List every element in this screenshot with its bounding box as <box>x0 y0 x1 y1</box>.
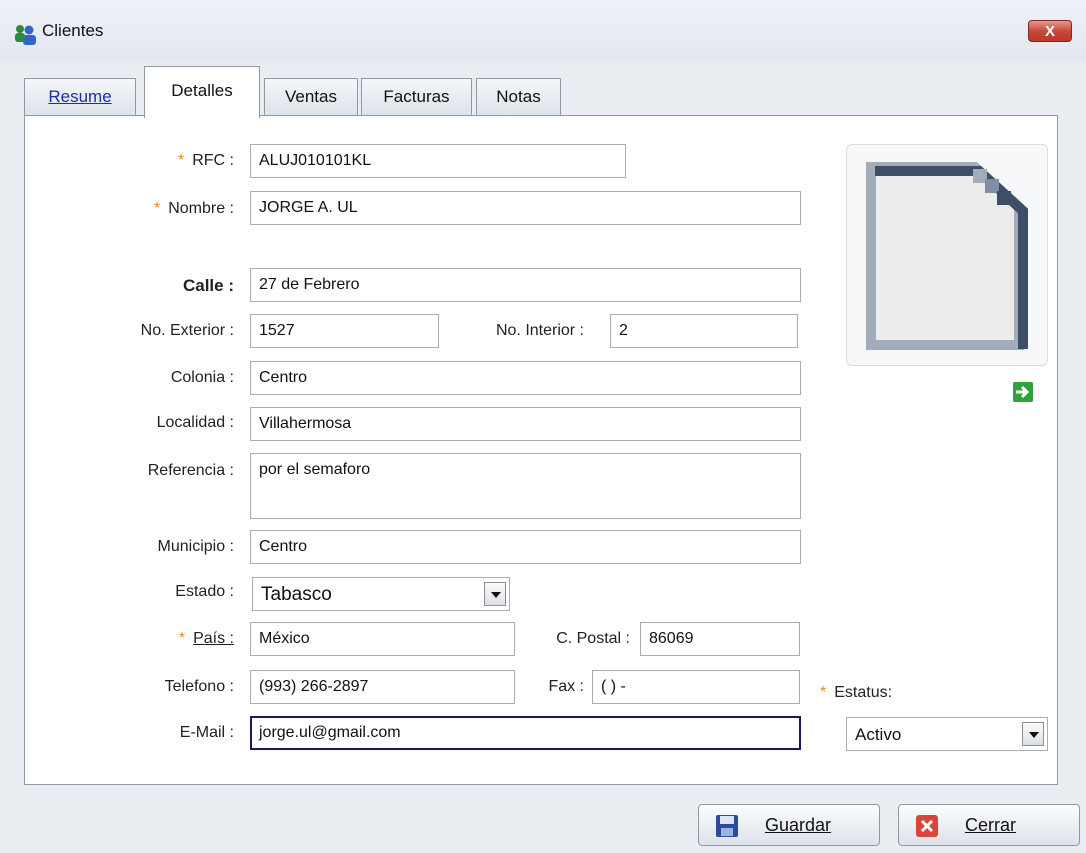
c-postal-input[interactable]: 86069 <box>640 622 800 656</box>
tab-resume[interactable]: Resume <box>24 78 136 116</box>
title-bar: Clientes X <box>0 0 1086 62</box>
telefono-input[interactable]: (993) 266-2897 <box>250 670 515 704</box>
no-interior-label: No. Interior : <box>495 322 584 339</box>
colonia-input[interactable]: Centro <box>250 361 801 395</box>
c-postal-label: C. Postal : <box>556 630 630 647</box>
colonia-label: Colonia : <box>170 369 234 386</box>
rfc-label: RFC : <box>192 152 234 169</box>
pais-label-wrap: * País : <box>120 630 234 648</box>
required-star: * <box>178 630 186 647</box>
estado-label: Estado : <box>175 583 234 600</box>
nombre-label: Nombre : <box>168 200 234 217</box>
no-exterior-label: No. Exterior : <box>140 322 234 339</box>
estatus-value: Activo <box>855 725 902 744</box>
tab-facturas[interactable]: Facturas <box>361 78 472 116</box>
estatus-select[interactable]: Activo <box>846 717 1048 751</box>
pais-label: País : <box>193 630 234 647</box>
no-interior-input[interactable]: 2 <box>610 314 798 348</box>
no-exterior-input[interactable]: 1527 <box>250 314 439 348</box>
nombre-input[interactable]: JORGE A. UL <box>250 191 801 225</box>
municipio-label: Municipio : <box>157 538 234 555</box>
rfc-label-wrap: * RFC : <box>120 152 234 170</box>
clientes-window: Clientes X Resume Detalles Ventas Factur… <box>0 0 1086 853</box>
red-x-icon <box>916 815 938 837</box>
tab-ventas[interactable]: Ventas <box>264 78 358 116</box>
fax-label: Fax : <box>548 678 584 695</box>
pais-input[interactable]: México <box>250 622 515 656</box>
chevron-down-icon[interactable] <box>1022 722 1044 746</box>
load-photo-arrow-icon[interactable] <box>1013 382 1033 402</box>
email-label: E-Mail : <box>179 724 234 741</box>
localidad-input[interactable]: Villahermosa <box>250 407 801 441</box>
required-star: * <box>153 200 161 217</box>
guardar-button[interactable]: Guardar <box>698 804 880 846</box>
chevron-down-icon[interactable] <box>484 582 506 606</box>
referencia-textarea[interactable]: por el semaforo <box>250 453 801 519</box>
estatus-label: Estatus: <box>834 684 893 701</box>
guardar-label: Guardar <box>765 815 832 835</box>
estatus-label-wrap: * Estatus: <box>820 684 940 702</box>
photo-frame[interactable] <box>846 144 1048 366</box>
telefono-label: Telefono : <box>164 678 234 695</box>
tab-detalles[interactable]: Detalles <box>144 66 260 118</box>
rfc-input[interactable]: ALUJ010101KL <box>250 144 626 178</box>
blank-document-icon <box>866 162 1028 350</box>
municipio-input[interactable]: Centro <box>250 530 801 564</box>
cerrar-label: Cerrar <box>965 815 1017 835</box>
localidad-label: Localidad : <box>156 414 234 431</box>
calle-input[interactable]: 27 de Febrero <box>250 268 801 302</box>
fax-input[interactable]: ( ) - <box>592 670 800 704</box>
email-input[interactable]: jorge.ul@gmail.com <box>250 716 801 750</box>
window-close-button[interactable]: X <box>1028 20 1072 42</box>
calle-label: Calle : <box>182 276 234 295</box>
floppy-disk-icon <box>716 815 738 837</box>
required-star: * <box>177 152 185 169</box>
cerrar-button[interactable]: Cerrar <box>898 804 1080 846</box>
tab-notas[interactable]: Notas <box>476 78 561 116</box>
window-title: Clientes <box>42 21 104 40</box>
nombre-label-wrap: * Nombre : <box>90 200 234 218</box>
referencia-label: Referencia : <box>147 462 234 479</box>
estado-select[interactable]: Tabasco <box>252 577 510 611</box>
users-icon <box>15 25 36 45</box>
estado-value: Tabasco <box>261 584 332 605</box>
required-star: * <box>820 684 827 701</box>
